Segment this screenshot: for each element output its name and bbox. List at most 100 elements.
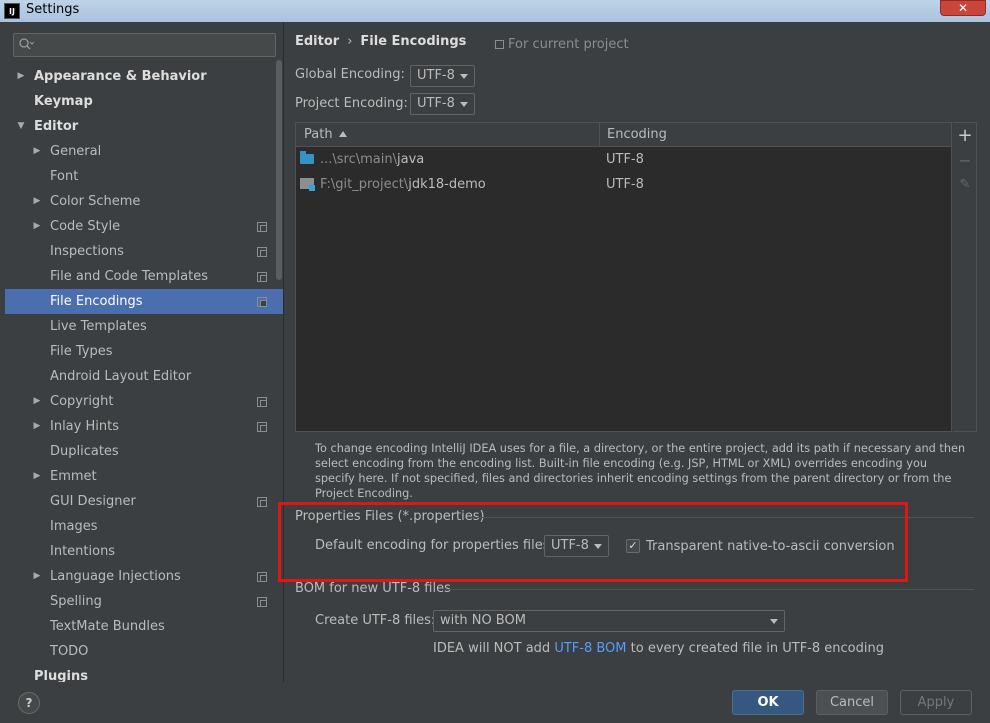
- sidebar-item-gui-designer[interactable]: GUI Designer: [5, 489, 283, 514]
- table-cell-encoding[interactable]: UTF-8: [606, 147, 644, 172]
- bom-group-divider: [444, 589, 974, 590]
- sidebar-item-label: Emmet: [50, 469, 97, 484]
- sidebar-item-label: GUI Designer: [50, 494, 136, 509]
- table-cell-path: F:\git_project\jdk18-demo: [320, 172, 486, 197]
- help-button[interactable]: ?: [18, 692, 40, 714]
- sidebar-item-label: Appearance & Behavior: [34, 69, 207, 84]
- sidebar-item-emmet[interactable]: ▶ Emmet: [5, 464, 283, 489]
- sidebar-item-copyright[interactable]: ▶ Copyright: [5, 389, 283, 414]
- sidebar-item-language-injections[interactable]: ▶ Language Injections: [5, 564, 283, 589]
- sidebar-item-live-templates[interactable]: Live Templates: [5, 314, 283, 339]
- sidebar-item-spelling[interactable]: Spelling: [5, 589, 283, 614]
- properties-group-title: Properties Files (*.properties): [295, 509, 485, 524]
- sidebar-item-font[interactable]: Font: [5, 164, 283, 189]
- path-name: jdk18-demo: [408, 177, 486, 192]
- column-header-encoding[interactable]: Encoding: [607, 127, 667, 142]
- global-encoding-select[interactable]: UTF-8: [410, 65, 475, 87]
- create-utf8-label: Create UTF-8 files:: [315, 613, 436, 628]
- project-scope-icon: [257, 297, 267, 307]
- sidebar-item-plugins[interactable]: Plugins: [5, 664, 283, 682]
- column-header-path[interactable]: Path: [304, 127, 347, 142]
- sidebar-item-android-layout-editor[interactable]: Android Layout Editor: [5, 364, 283, 389]
- native-to-ascii-checkbox[interactable]: ✓: [626, 539, 640, 553]
- sidebar-item-label: Copyright: [50, 394, 114, 409]
- collapse-arrow-icon[interactable]: ▶: [31, 414, 43, 439]
- collapse-arrow-icon[interactable]: ▶: [31, 389, 43, 414]
- sidebar-item-label: Intentions: [50, 544, 116, 559]
- sidebar-item-file-and-code-templates[interactable]: File and Code Templates: [5, 264, 283, 289]
- table-cell-encoding[interactable]: UTF-8: [606, 172, 644, 197]
- sidebar-item-inspections[interactable]: Inspections: [5, 239, 283, 264]
- sidebar-item-label: File and Code Templates: [50, 269, 208, 284]
- checkmark-icon: ✓: [628, 539, 638, 552]
- sidebar-item-label: Spelling: [50, 594, 102, 609]
- sidebar-scrollbar[interactable]: [276, 60, 282, 280]
- properties-default-encoding-label: Default encoding for properties files:: [315, 538, 554, 553]
- collapse-arrow-icon[interactable]: ▶: [15, 64, 27, 89]
- breadcrumb: Editor › File Encodings: [295, 34, 466, 49]
- sidebar-item-label: File Types: [50, 344, 113, 359]
- project-encoding-label: Project Encoding:: [295, 96, 408, 111]
- native-to-ascii-label[interactable]: Transparent native-to-ascii conversion: [646, 539, 895, 554]
- sidebar-item-file-encodings[interactable]: File Encodings: [5, 289, 283, 314]
- sidebar-item-keymap[interactable]: Keymap: [5, 89, 283, 114]
- chevron-down-icon: [770, 619, 778, 624]
- module-icon: [300, 178, 315, 191]
- collapse-arrow-icon[interactable]: ▶: [31, 564, 43, 589]
- breadcrumb-parent[interactable]: Editor: [295, 34, 339, 49]
- settings-sidebar: ▶ Appearance & Behavior Keymap ▼ Editor ▶ Gene…: [0, 22, 284, 682]
- create-utf8-select[interactable]: with NO BOM: [433, 610, 785, 632]
- collapse-arrow-icon[interactable]: ▶: [31, 139, 43, 164]
- settings-search-input[interactable]: [13, 33, 276, 57]
- column-divider[interactable]: [599, 123, 600, 147]
- sidebar-item-label: Inspections: [50, 244, 124, 259]
- table-row[interactable]: ...\src\main\java UTF-8: [296, 147, 951, 172]
- sidebar-item-label: Color Scheme: [50, 194, 141, 209]
- sidebar-item-label: Images: [50, 519, 98, 534]
- sidebar-item-color-scheme[interactable]: ▶ Color Scheme: [5, 189, 283, 214]
- sidebar-item-label: TextMate Bundles: [50, 619, 165, 634]
- expand-arrow-icon[interactable]: ▼: [15, 114, 27, 139]
- sidebar-item-appearance-behavior[interactable]: ▶ Appearance & Behavior: [5, 64, 283, 89]
- sidebar-item-code-style[interactable]: ▶ Code Style: [5, 214, 283, 239]
- utf8-bom-link[interactable]: UTF-8 BOM: [554, 641, 626, 656]
- ok-button[interactable]: OK: [732, 690, 804, 715]
- collapse-arrow-icon[interactable]: ▶: [31, 189, 43, 214]
- project-scope-icon: [257, 422, 267, 432]
- properties-encoding-select[interactable]: UTF-8: [544, 535, 609, 557]
- remove-icon[interactable]: −: [953, 151, 977, 170]
- path-prefix: F:\git_project\: [320, 177, 409, 192]
- sidebar-item-editor[interactable]: ▼ Editor: [5, 114, 283, 139]
- project-encoding-select[interactable]: UTF-8: [410, 93, 475, 115]
- add-icon[interactable]: +: [953, 125, 977, 146]
- sidebar-item-textmate-bundles[interactable]: TextMate Bundles: [5, 614, 283, 639]
- project-scope-icon: [257, 222, 267, 232]
- apply-button[interactable]: Apply: [900, 690, 972, 715]
- breadcrumb-separator: ›: [347, 34, 353, 49]
- sidebar-item-duplicates[interactable]: Duplicates: [5, 439, 283, 464]
- table-row[interactable]: F:\git_project\jdk18-demo UTF-8: [296, 172, 951, 197]
- sidebar-item-label: Code Style: [50, 219, 121, 234]
- sidebar-item-label: Plugins: [34, 669, 88, 682]
- window-close-button[interactable]: ✕: [940, 0, 986, 16]
- sidebar-item-general[interactable]: ▶ General: [5, 139, 283, 164]
- sidebar-item-images[interactable]: Images: [5, 514, 283, 539]
- project-scope-icon: [257, 247, 267, 257]
- sidebar-item-file-types[interactable]: File Types: [5, 339, 283, 364]
- chevron-down-icon: [460, 102, 468, 107]
- collapse-arrow-icon[interactable]: ▶: [31, 464, 43, 489]
- sidebar-item-inlay-hints[interactable]: ▶ Inlay Hints: [5, 414, 283, 439]
- edit-icon[interactable]: ✎: [953, 177, 977, 192]
- sidebar-item-label: Language Injections: [50, 569, 181, 584]
- global-encoding-label: Global Encoding:: [295, 67, 405, 82]
- sidebar-item-label: Android Layout Editor: [50, 369, 192, 384]
- sidebar-item-label: Font: [50, 169, 79, 184]
- encoding-help-text: To change encoding IntelliJ IDEA uses fo…: [315, 442, 966, 500]
- chevron-down-icon: [594, 544, 602, 549]
- collapse-arrow-icon[interactable]: ▶: [31, 214, 43, 239]
- sidebar-item-label: TODO: [50, 644, 89, 659]
- sidebar-item-todo[interactable]: TODO: [5, 639, 283, 664]
- path-name: java: [397, 152, 425, 167]
- cancel-button[interactable]: Cancel: [816, 690, 888, 715]
- sidebar-item-intentions[interactable]: Intentions: [5, 539, 283, 564]
